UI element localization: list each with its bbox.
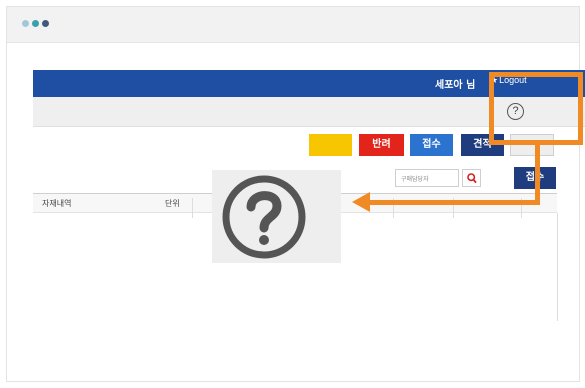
search-button[interactable] <box>462 169 481 187</box>
pointer-arrow <box>368 200 540 205</box>
accept-button[interactable]: 접수 <box>410 134 453 156</box>
highlight-box <box>489 72 583 145</box>
column-divider <box>192 198 193 218</box>
question-circle-icon <box>222 175 306 259</box>
column-header[interactable]: 자재내역 <box>42 198 71 209</box>
buyer-search-input[interactable]: 구매담당자 <box>395 169 459 187</box>
column-header[interactable]: 단위 <box>165 198 180 209</box>
reject-button[interactable]: 반려 <box>359 134 404 156</box>
grid-border <box>557 213 558 321</box>
yellow-button[interactable] <box>309 134 352 156</box>
window-titlebar <box>7 7 579 43</box>
pointer-arrow <box>535 145 540 205</box>
window-dot[interactable] <box>32 20 39 27</box>
zoomed-help-panel <box>212 170 341 263</box>
search-icon <box>467 173 477 184</box>
user-name: 세포아 님 <box>435 80 476 91</box>
arrow-head-icon <box>352 192 370 212</box>
window-dot[interactable] <box>22 20 29 27</box>
window-dot[interactable] <box>42 20 49 27</box>
